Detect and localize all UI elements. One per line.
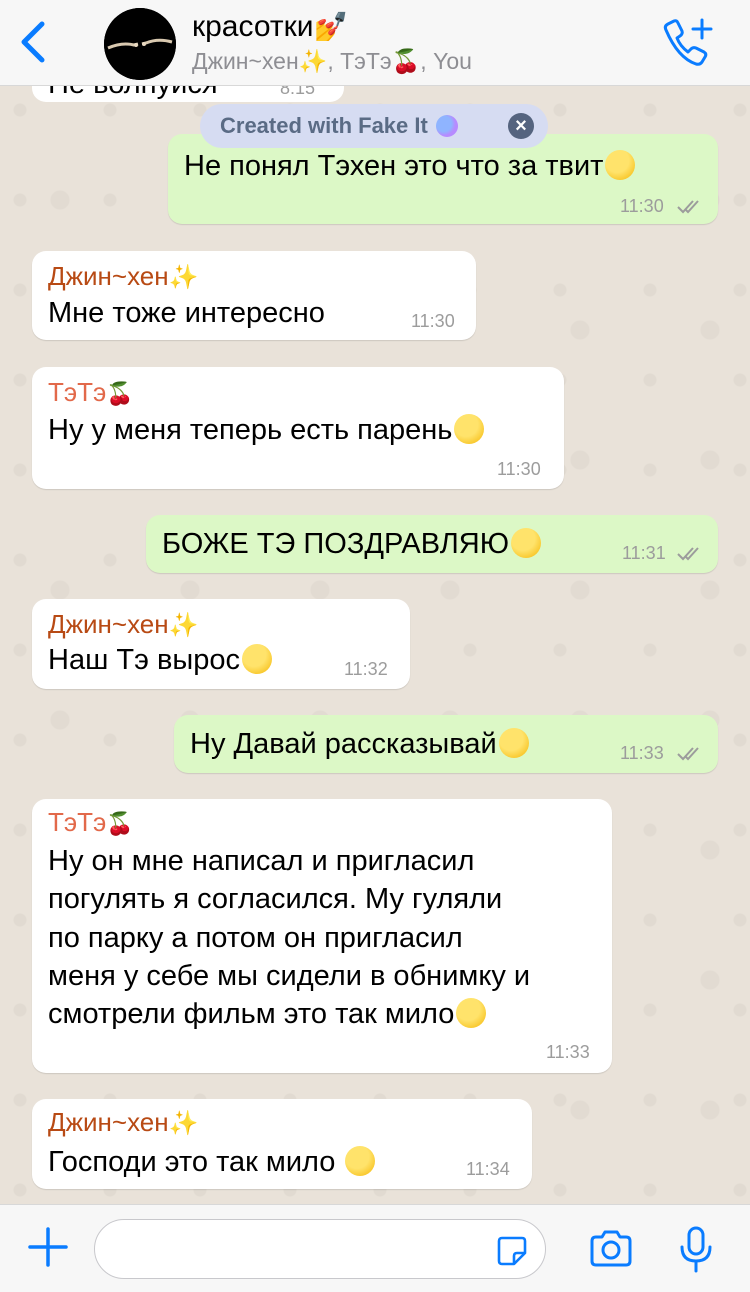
party-face-emoji xyxy=(511,528,542,558)
message-bubble-incoming[interactable]: Джин~хен✨ Господи это так мило 11:34 xyxy=(32,1099,532,1189)
sender-name[interactable]: Джин~хен✨ xyxy=(48,1107,198,1138)
message-text: Господи это так мило xyxy=(48,1143,376,1182)
fakeit-logo-icon xyxy=(435,115,458,137)
read-receipt-icon xyxy=(677,747,699,761)
group-participants[interactable]: Джин~хен✨, ТэТэ🍒, You xyxy=(192,48,472,75)
nail-polish-emoji: 💅 xyxy=(313,11,349,42)
message-bubble-outgoing[interactable]: Ну Давай рассказывай 11:33 xyxy=(174,715,718,773)
microphone-button[interactable] xyxy=(678,1225,714,1275)
back-button[interactable] xyxy=(18,20,58,64)
sender-name[interactable]: ТэТэ🍒 xyxy=(48,807,134,838)
message-line: погулять я согласился. Му гуляли xyxy=(48,883,503,915)
hands-art-icon xyxy=(104,8,176,80)
upside-down-face-emoji xyxy=(605,150,636,180)
message-bubble-outgoing[interactable]: БОЖЕ ТЭ ПОЗДРАВЛЯЮ 11:31 xyxy=(146,515,718,573)
message-text: Не понял Тэхен это что за твит xyxy=(184,147,636,186)
message-bubble-incoming[interactable]: Джин~хен✨ Наш Тэ вырос 11:32 xyxy=(32,599,410,689)
group-title-text: красотки xyxy=(192,10,314,43)
sticker-icon xyxy=(497,1236,527,1266)
sparkles-emoji: ✨ xyxy=(168,612,199,639)
close-icon[interactable]: × xyxy=(508,113,534,139)
camera-icon xyxy=(590,1230,632,1267)
message-line: Ну он мне написал и пригласил xyxy=(48,845,475,877)
phone-plus-icon xyxy=(663,18,713,66)
chevron-left-icon xyxy=(21,21,45,63)
attach-button[interactable] xyxy=(26,1225,70,1269)
plus-icon xyxy=(28,1227,68,1267)
message-bubble-incoming[interactable]: ТэТэ🍒 Ну у меня теперь есть парень 11:30 xyxy=(32,367,564,489)
sender-name[interactable]: ТэТэ🍒 xyxy=(48,377,134,408)
message-text: Ну Давай рассказывай xyxy=(190,725,529,764)
sneezing-face-emoji xyxy=(456,998,487,1028)
message-time: 11:31 xyxy=(622,543,666,563)
sneezing-face-emoji xyxy=(241,644,272,674)
watermark-label: Created with Fake It xyxy=(220,113,428,138)
group-title[interactable]: красотки💅 xyxy=(192,10,348,44)
message-bubble-incoming[interactable]: ТэТэ🍒 Ну он мне написал и пригласил погу… xyxy=(32,799,612,1073)
sneezing-face-emoji xyxy=(345,1146,376,1176)
message-text: БОЖЕ ТЭ ПОЗДРАВЛЯЮ xyxy=(162,525,542,564)
message-time: 11:32 xyxy=(344,659,388,679)
message-text: Ну у меня теперь есть парень xyxy=(48,411,485,450)
message-time: 11:30 xyxy=(411,311,455,331)
group-avatar[interactable] xyxy=(104,8,176,80)
sparkles-emoji: ✨ xyxy=(168,1110,199,1137)
eye-roll-emoji xyxy=(454,414,485,444)
sender-name[interactable]: Джин~хен✨ xyxy=(48,609,198,640)
cherries-emoji: 🍒 xyxy=(106,381,134,406)
message-input[interactable] xyxy=(94,1219,546,1279)
message-time: 11:33 xyxy=(620,743,664,763)
message-text: Наш Тэ вырос xyxy=(48,641,272,680)
message-time: 11:34 xyxy=(466,1159,510,1179)
message-line: смотрели фильм это так мило xyxy=(48,995,487,1034)
read-receipt-icon xyxy=(677,547,699,561)
add-call-button[interactable] xyxy=(658,16,718,72)
read-receipt-icon xyxy=(677,200,699,214)
sticker-button[interactable] xyxy=(496,1235,528,1267)
message-time: 11:30 xyxy=(497,459,541,479)
message-text: Мне тоже интересно xyxy=(48,297,325,329)
cherries-emoji: 🍒 xyxy=(106,811,134,836)
message-time: 11:33 xyxy=(546,1042,590,1062)
microphone-icon xyxy=(680,1226,712,1273)
slight-smile-emoji xyxy=(498,728,529,758)
message-bubble-incoming[interactable]: Джин~хен✨ Мне тоже интересно 11:30 xyxy=(32,251,476,340)
camera-button[interactable] xyxy=(588,1229,634,1269)
composer-bar xyxy=(0,1204,750,1292)
sender-name[interactable]: Джин~хен✨ xyxy=(48,261,198,292)
chat-header: красотки💅 Джин~хен✨, ТэТэ🍒, You xyxy=(0,0,750,86)
message-line: по парку а потом он пригласил xyxy=(48,922,463,954)
sparkles-emoji: ✨ xyxy=(168,264,199,291)
message-line: меня у себе мы сидели в обнимку и xyxy=(48,960,531,992)
message-time: 11:30 xyxy=(620,196,664,216)
watermark-banner: Created with Fake It × xyxy=(200,104,548,148)
